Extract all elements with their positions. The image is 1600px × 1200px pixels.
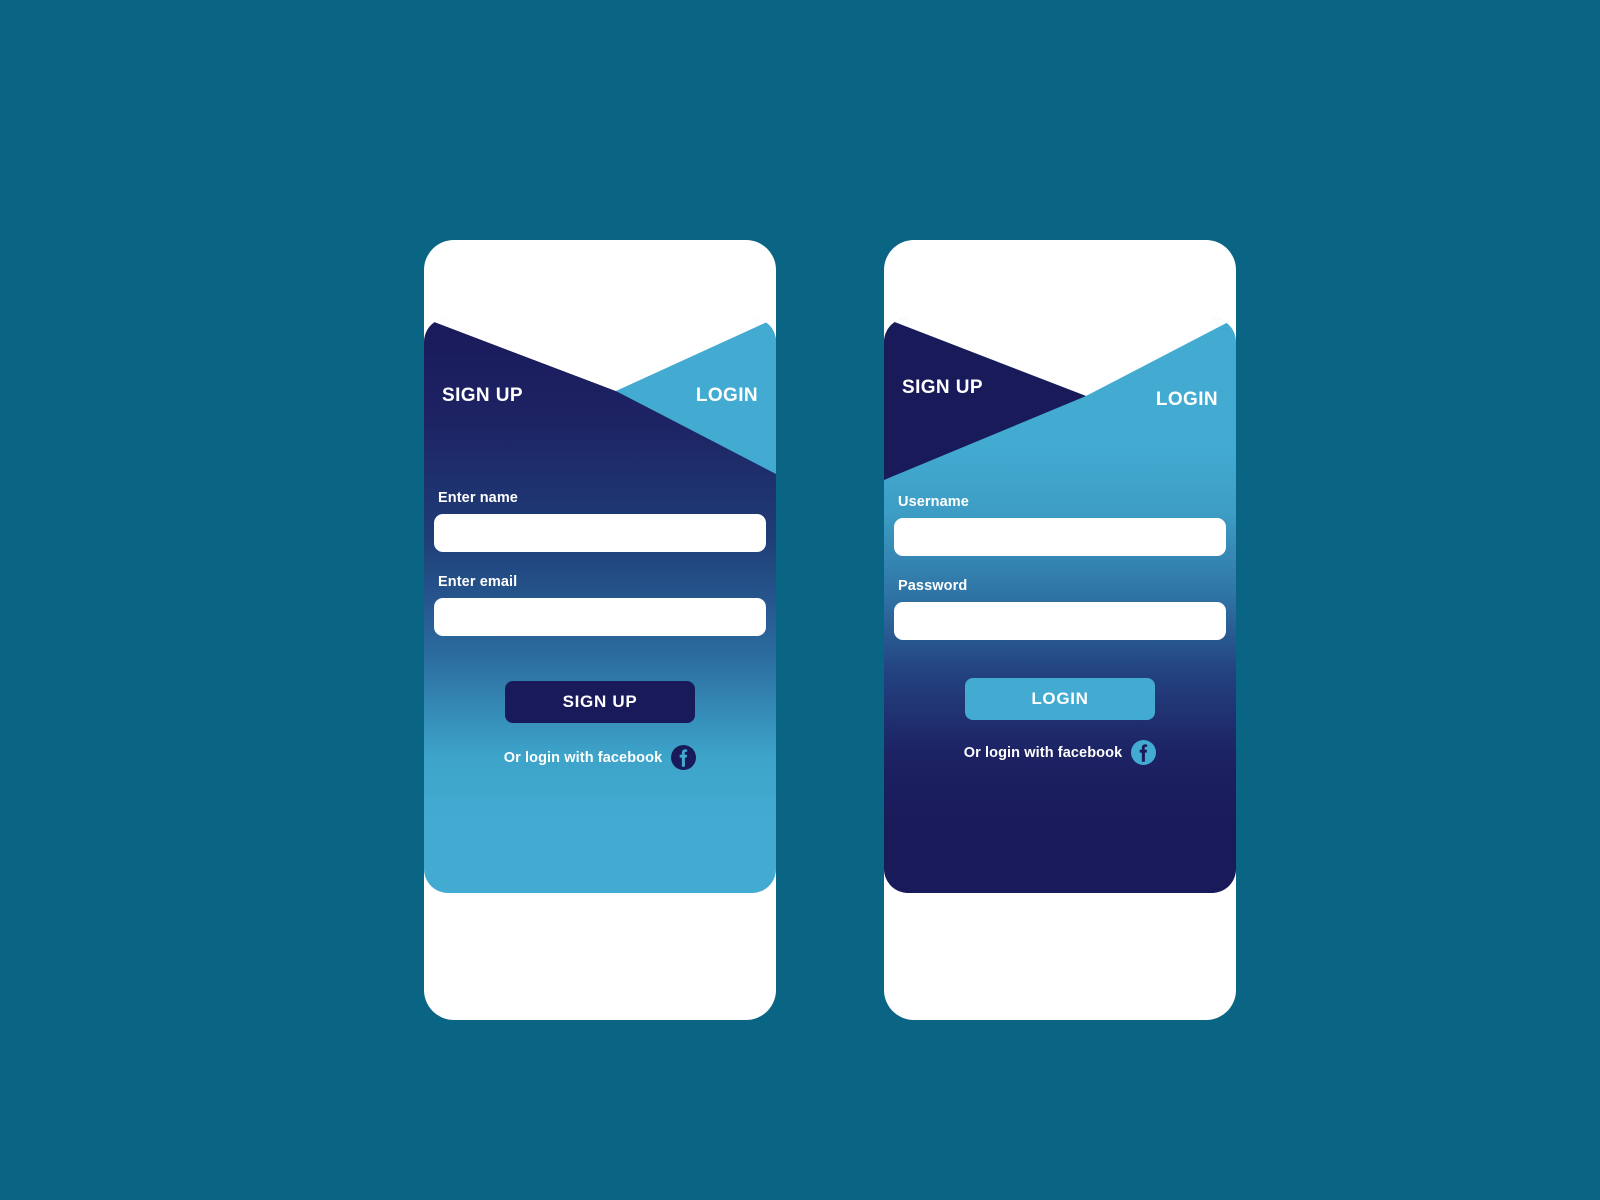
tab-login[interactable]: LOGIN — [696, 386, 758, 405]
field-name: Enter name — [434, 490, 766, 552]
field-username: Username — [894, 494, 1226, 556]
signup-facebook-row[interactable]: Or login with facebook — [424, 745, 776, 770]
tab-signup[interactable]: SIGN UP — [902, 378, 983, 397]
tab-login[interactable]: LOGIN — [1156, 390, 1218, 409]
password-field-label: Password — [898, 578, 968, 594]
login-panel: SIGN UP LOGIN Username Password LOGIN Or… — [884, 318, 1236, 893]
signup-panel: SIGN UP LOGIN Enter name Enter email SIG… — [424, 318, 776, 893]
field-email: Enter email — [434, 574, 766, 636]
login-facebook-label: Or login with facebook — [963, 744, 1123, 761]
login-button[interactable]: LOGIN — [965, 678, 1155, 720]
phone-card-login: SIGN UP LOGIN Username Password LOGIN Or… — [884, 240, 1236, 1020]
login-form: Username Password — [884, 494, 1236, 640]
login-facebook-row[interactable]: Or login with facebook — [884, 740, 1236, 765]
facebook-icon[interactable] — [1131, 740, 1157, 765]
signup-tab-bar: SIGN UP LOGIN — [424, 386, 776, 405]
name-field-label: Enter name — [438, 490, 518, 506]
login-cta-wrap: LOGIN — [884, 678, 1236, 720]
tab-signup[interactable]: SIGN UP — [442, 386, 523, 405]
name-input[interactable] — [434, 514, 766, 552]
facebook-icon[interactable] — [671, 745, 697, 770]
phone-card-signup: SIGN UP LOGIN Enter name Enter email SIG… — [424, 240, 776, 1020]
stage: SIGN UP LOGIN Enter name Enter email SIG… — [0, 0, 1600, 1200]
field-password: Password — [894, 578, 1226, 640]
signup-cta-wrap: SIGN UP — [424, 681, 776, 723]
username-input[interactable] — [894, 518, 1226, 556]
signup-form: Enter name Enter email — [424, 490, 776, 636]
email-field-label: Enter email — [438, 574, 518, 590]
email-input[interactable] — [434, 598, 766, 636]
password-input[interactable] — [894, 602, 1226, 640]
username-field-label: Username — [898, 494, 969, 510]
login-tab-bar: SIGN UP LOGIN — [884, 378, 1236, 409]
signup-facebook-label: Or login with facebook — [503, 749, 663, 766]
signup-button[interactable]: SIGN UP — [505, 681, 695, 723]
